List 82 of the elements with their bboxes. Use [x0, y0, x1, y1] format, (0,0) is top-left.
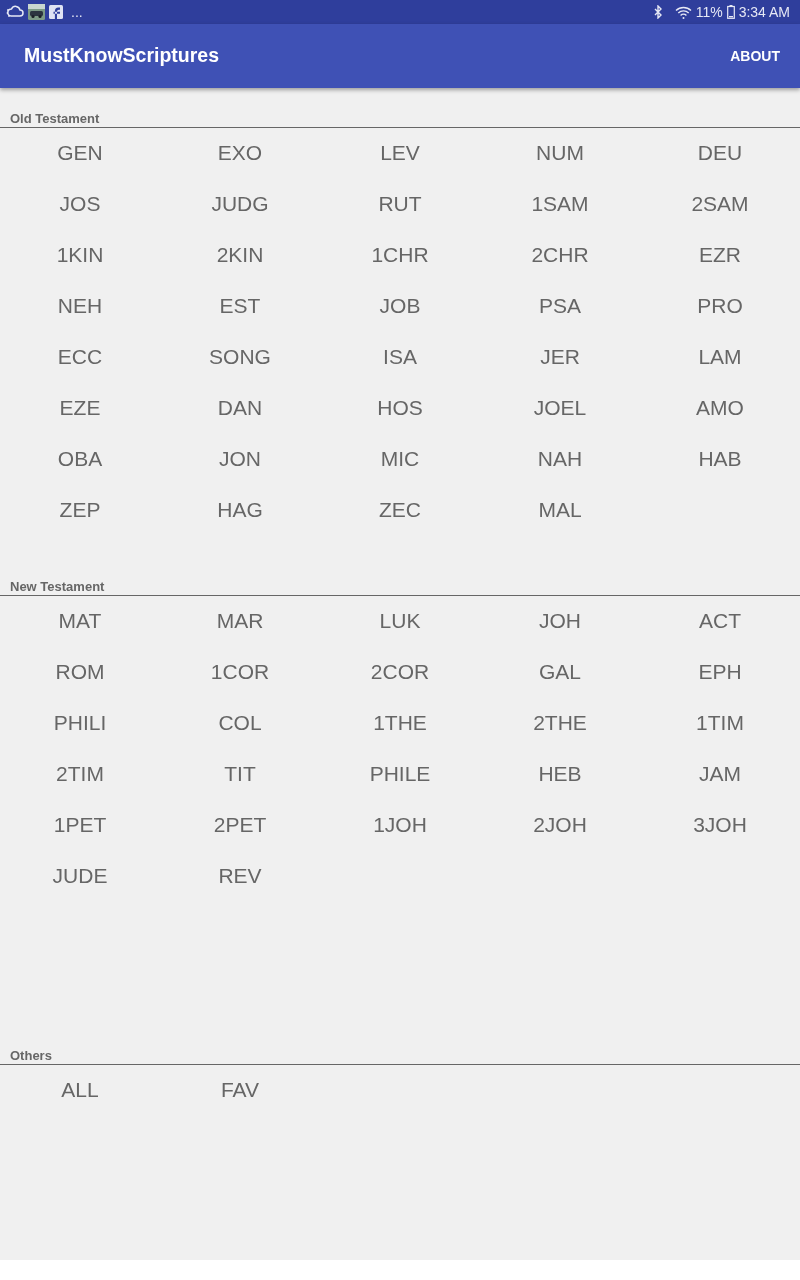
- grid-button[interactable]: HOS: [374, 394, 426, 423]
- more-notifications-text: ...: [71, 5, 83, 19]
- grid-button[interactable]: EZE: [56, 394, 104, 423]
- grid-button[interactable]: PSA: [536, 292, 584, 321]
- grid-button[interactable]: EXO: [214, 139, 266, 168]
- grid-button[interactable]: JON: [216, 445, 264, 474]
- grid-button[interactable]: 1JOH: [370, 811, 430, 840]
- grid-button[interactable]: MAT: [55, 607, 105, 636]
- app-title: MustKnowScriptures: [24, 43, 220, 69]
- grid-button[interactable]: 2CHR: [528, 241, 592, 270]
- battery-percent-text: 11%: [695, 5, 723, 19]
- grid-button[interactable]: TIT: [221, 760, 259, 789]
- grid-button[interactable]: ALL: [58, 1076, 102, 1105]
- grid-button[interactable]: MAR: [213, 607, 267, 636]
- photo-thumbnail-icon: [28, 4, 45, 20]
- grid-button[interactable]: GAL: [536, 658, 584, 687]
- grid-button[interactable]: HAG: [214, 496, 266, 525]
- grid-button[interactable]: 1CHR: [368, 241, 432, 270]
- grid-button[interactable]: FAV: [217, 1076, 263, 1105]
- grid-button[interactable]: RUT: [375, 190, 425, 219]
- grid-button[interactable]: GEN: [54, 139, 106, 168]
- grid-button[interactable]: DAN: [214, 394, 266, 423]
- grid-button[interactable]: NEH: [54, 292, 106, 321]
- section-header: New Testament: [10, 579, 105, 595]
- grid-button[interactable]: PHILI: [50, 709, 110, 738]
- grid-button[interactable]: NUM: [533, 139, 587, 168]
- app-logo-icon: [49, 5, 63, 19]
- grid-button[interactable]: ZEC: [376, 496, 424, 525]
- grid-button[interactable]: ECC: [54, 343, 106, 372]
- grid-button[interactable]: 1SAM: [528, 190, 592, 219]
- grid-button[interactable]: 1THE: [370, 709, 430, 738]
- grid-button[interactable]: 2TIM: [53, 760, 107, 789]
- grid-button[interactable]: 2KIN: [213, 241, 267, 270]
- grid-button[interactable]: OBA: [54, 445, 106, 474]
- grid-button[interactable]: COL: [215, 709, 265, 738]
- grid-button[interactable]: PHILE: [366, 760, 434, 789]
- grid-button[interactable]: 3JOH: [690, 811, 750, 840]
- grid-button[interactable]: ROM: [52, 658, 108, 687]
- grid-button[interactable]: JOB: [376, 292, 424, 321]
- battery-icon: [726, 5, 735, 19]
- grid-button[interactable]: LEV: [377, 139, 423, 168]
- grid-button[interactable]: JOH: [536, 607, 584, 636]
- grid-button[interactable]: 1KIN: [53, 241, 107, 270]
- grid-button[interactable]: 2PET: [210, 811, 270, 840]
- grid-button[interactable]: 1COR: [207, 658, 273, 687]
- grid-button[interactable]: 2THE: [530, 709, 590, 738]
- grid-button[interactable]: EPH: [695, 658, 745, 687]
- section-header: Others: [10, 1048, 52, 1064]
- grid-button[interactable]: LUK: [376, 607, 424, 636]
- grid-button[interactable]: 2SAM: [688, 190, 752, 219]
- wifi-icon: [674, 5, 692, 19]
- grid-button[interactable]: JUDE: [49, 862, 111, 891]
- grid-button[interactable]: 1PET: [50, 811, 110, 840]
- grid-button[interactable]: ZEP: [56, 496, 104, 525]
- grid-button[interactable]: REV: [215, 862, 265, 891]
- grid-button[interactable]: 2COR: [367, 658, 433, 687]
- grid-button[interactable]: ACT: [696, 607, 744, 636]
- grid-button[interactable]: ISA: [380, 343, 420, 372]
- grid-button[interactable]: JER: [537, 343, 583, 372]
- cloud-sync-icon: [6, 5, 24, 19]
- grid-button[interactable]: LAM: [695, 343, 745, 372]
- grid-button[interactable]: AMO: [693, 394, 747, 423]
- clock-text: 3:34 AM: [738, 5, 790, 19]
- grid-button[interactable]: HAB: [695, 445, 745, 474]
- grid-button[interactable]: EST: [216, 292, 264, 321]
- grid-button[interactable]: JUDG: [208, 190, 272, 219]
- grid-button[interactable]: PRO: [694, 292, 746, 321]
- grid-button[interactable]: HEB: [535, 760, 585, 789]
- grid-button[interactable]: JOS: [56, 190, 104, 219]
- grid-button[interactable]: 1TIM: [693, 709, 747, 738]
- grid-button[interactable]: MAL: [535, 496, 585, 525]
- grid-button[interactable]: SONG: [206, 343, 274, 372]
- grid-button[interactable]: JOEL: [530, 394, 590, 423]
- grid-button[interactable]: EZR: [696, 241, 744, 270]
- bluetooth-icon: [653, 5, 663, 19]
- grid-button[interactable]: DEU: [694, 139, 746, 168]
- grid-button[interactable]: NAH: [534, 445, 586, 474]
- grid-button[interactable]: 2JOH: [530, 811, 590, 840]
- about-button[interactable]: ABOUT: [730, 39, 780, 73]
- section-header: Old Testament: [10, 111, 100, 127]
- grid-button[interactable]: MIC: [377, 445, 423, 474]
- grid-button[interactable]: JAM: [696, 760, 744, 789]
